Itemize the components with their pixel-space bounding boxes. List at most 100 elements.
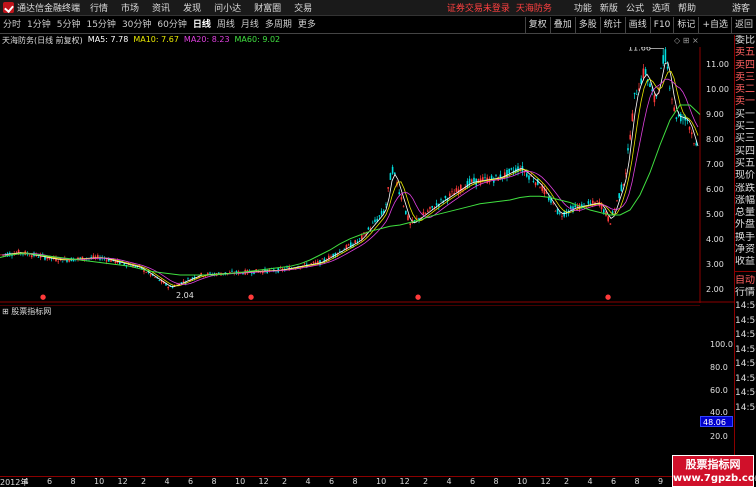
candle-body xyxy=(251,273,253,275)
tab-weekly[interactable]: 周线 xyxy=(214,18,238,33)
candle-body xyxy=(440,199,442,200)
mark-button[interactable]: 标记 xyxy=(673,16,698,34)
candle-body xyxy=(31,255,33,258)
stats-button[interactable]: 统计 xyxy=(599,16,625,34)
guest-user-label[interactable]: 游客 xyxy=(732,1,750,14)
quote-buy4[interactable]: 买四 xyxy=(735,146,756,158)
ma-line-2 xyxy=(1,78,699,285)
time-tick: 8 xyxy=(70,477,76,486)
candle-body xyxy=(11,255,13,256)
tab-daily[interactable]: 日线 xyxy=(190,18,214,33)
candle-body xyxy=(361,235,363,240)
tick-time: 14:56 xyxy=(735,315,756,326)
menu-xuanxiang[interactable]: 选项 xyxy=(652,1,670,14)
quote-sell4[interactable]: 卖四 xyxy=(735,60,756,72)
candlestick-layer xyxy=(0,47,697,291)
time-tick: 4 xyxy=(305,477,311,486)
quote-turnover[interactable]: 换手 xyxy=(735,232,756,244)
menu-caifuquan[interactable]: 财富圈 xyxy=(254,1,281,14)
time-tick: 6 xyxy=(470,477,476,486)
auto-label[interactable]: 自动 xyxy=(735,275,756,287)
menu-zixun[interactable]: 资讯 xyxy=(152,1,170,14)
quote-price[interactable]: 现价 xyxy=(735,170,756,182)
tab-15min[interactable]: 15分钟 xyxy=(83,18,118,33)
menu-bangzhu[interactable]: 帮助 xyxy=(678,1,696,14)
watermark-title: 股票指标网 xyxy=(685,458,741,471)
ma20-value: MA20: 8.23 xyxy=(183,35,230,44)
quote-buy1[interactable]: 买一 xyxy=(735,109,756,121)
quote-sell5[interactable]: 卖五 xyxy=(735,47,756,59)
price-tick: 4.00 xyxy=(706,235,724,244)
candle-body xyxy=(97,255,99,258)
ma60-line xyxy=(0,104,701,276)
tab-30min[interactable]: 30分钟 xyxy=(119,18,154,33)
indicator-tick: 100.0 xyxy=(710,340,733,349)
tab-more[interactable]: 更多 xyxy=(295,18,319,33)
login-notice[interactable]: 证券交易未登录 xyxy=(447,1,510,14)
tab-60min[interactable]: 60分钟 xyxy=(154,18,189,33)
quote-change[interactable]: 涨跌 xyxy=(735,183,756,195)
site-watermark: 股票指标网 www.7gpzb.com xyxy=(672,455,756,487)
price-tick: 5.00 xyxy=(706,210,724,219)
quote-earnings[interactable]: 收益 xyxy=(735,256,756,268)
menu-hangqing[interactable]: 行情 xyxy=(90,1,108,14)
quote-sell2[interactable]: 卖二 xyxy=(735,84,756,96)
overlay-button[interactable]: 叠加 xyxy=(549,16,575,34)
tab-fenshi[interactable]: 分时 xyxy=(0,18,24,33)
candle-body xyxy=(528,175,530,180)
candle-body xyxy=(468,178,471,184)
multi-stock-button[interactable]: 多股 xyxy=(574,16,600,34)
fuquan-button[interactable]: 复权 xyxy=(524,16,550,34)
menu-jiaoyi[interactable]: 交易 xyxy=(294,1,312,14)
candle-body xyxy=(455,188,458,192)
quote-net-assets[interactable]: 净资 xyxy=(735,244,756,256)
time-tick: 6 xyxy=(188,477,194,486)
quote-change-pct[interactable]: 涨幅 xyxy=(735,195,756,207)
indicator-tick: 20.0 xyxy=(710,432,728,441)
quote-volume[interactable]: 总量 xyxy=(735,207,756,219)
tick-time: 14:56 xyxy=(735,344,756,355)
price-tick: 3.00 xyxy=(706,260,724,269)
quote-buy5[interactable]: 买五 xyxy=(735,158,756,170)
current-stock-title: 天海防务 xyxy=(515,4,552,14)
menu-faxian[interactable]: 发现 xyxy=(183,1,201,14)
menu-wenxiaoda[interactable]: 问小达 xyxy=(214,1,241,14)
back-button[interactable]: 返回 xyxy=(730,16,756,34)
tab-5min[interactable]: 5分钟 xyxy=(54,18,84,33)
time-tick: 4 xyxy=(446,477,452,486)
quotes-label[interactable]: 行情 xyxy=(735,287,756,299)
candle-body xyxy=(405,210,407,215)
menu-gongshi[interactable]: 公式 xyxy=(626,1,644,14)
indicator-chart[interactable] xyxy=(0,305,700,475)
chart-window-icons[interactable]: ◇ ⊞ × xyxy=(674,36,699,45)
f10-button[interactable]: F10 xyxy=(649,16,674,34)
quote-buy3[interactable]: 买三 xyxy=(735,133,756,145)
candle-body xyxy=(680,113,682,122)
candle-body xyxy=(378,215,381,217)
candle-body xyxy=(471,179,473,182)
candle-body xyxy=(391,166,394,174)
candle-body xyxy=(176,283,178,285)
time-tick: 8 xyxy=(352,477,358,486)
quote-weibi[interactable]: 委比 xyxy=(735,35,756,47)
draw-line-button[interactable]: 画线 xyxy=(624,16,650,34)
candle-body xyxy=(110,260,112,262)
ma-line-0 xyxy=(1,62,699,288)
menu-xinban[interactable]: 新版 xyxy=(600,1,618,14)
quote-outer[interactable]: 外盘 xyxy=(735,219,756,231)
menu-shichang[interactable]: 市场 xyxy=(121,1,139,14)
add-watchlist-button[interactable]: +自选 xyxy=(698,16,731,34)
kline-chart[interactable]: 11.66 2.04 ● ● ● ● xyxy=(0,47,734,303)
quote-sell3[interactable]: 卖三 xyxy=(735,72,756,84)
quote-buy2[interactable]: 买二 xyxy=(735,121,756,133)
candle-body xyxy=(413,220,416,221)
tab-multi-period[interactable]: 多周期 xyxy=(262,18,295,33)
candle-body xyxy=(451,191,453,193)
candle-body xyxy=(79,257,81,259)
menu-gongneng[interactable]: 功能 xyxy=(574,1,592,14)
tab-1min[interactable]: 1分钟 xyxy=(24,18,54,33)
quote-sell1[interactable]: 卖一 xyxy=(735,96,756,108)
tick-time: 14:56 xyxy=(735,301,756,312)
tab-monthly[interactable]: 月线 xyxy=(238,18,262,33)
candle-body xyxy=(642,68,645,78)
